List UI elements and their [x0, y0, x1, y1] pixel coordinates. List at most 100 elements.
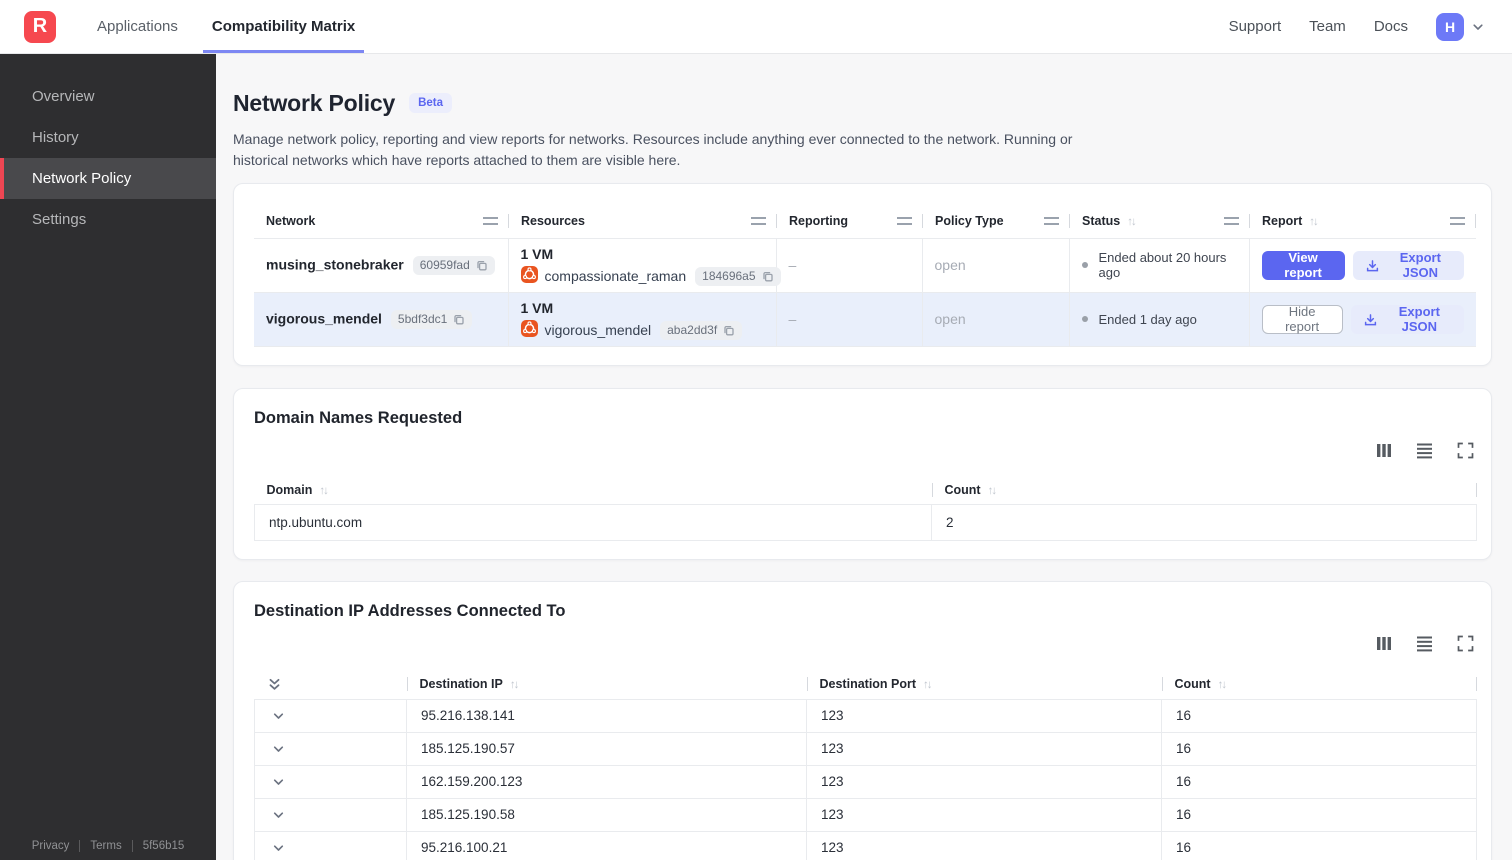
- count-value: 2: [931, 504, 1477, 541]
- sort-icon[interactable]: [510, 677, 518, 691]
- rows-icon[interactable]: [1416, 635, 1433, 653]
- policy-table-header: Network Resources Reporting Policy Type …: [254, 204, 1476, 238]
- network-id-badge: 5bdf3dc1: [390, 309, 473, 329]
- vm-count: 1 VM: [520, 246, 554, 262]
- col-policy-type: Policy Type: [922, 204, 1069, 238]
- link-privacy[interactable]: Privacy: [32, 840, 70, 852]
- drag-handle-icon[interactable]: [483, 216, 498, 225]
- sort-icon[interactable]: [1127, 214, 1135, 228]
- app-logo[interactable]: R: [24, 10, 56, 43]
- vm-count: 1 VM: [520, 300, 554, 316]
- expand-icon[interactable]: [1457, 442, 1474, 460]
- columns-icon[interactable]: [1376, 635, 1392, 653]
- sidebar-item-network-policy[interactable]: Network Policy: [0, 158, 216, 199]
- avatar[interactable]: H: [1436, 12, 1464, 41]
- chevron-down-icon[interactable]: [269, 841, 394, 855]
- double-chevron-down-icon[interactable]: [255, 677, 407, 691]
- drag-handle-icon[interactable]: [1044, 216, 1059, 225]
- sort-icon[interactable]: [923, 677, 931, 691]
- count-value: 16: [1161, 731, 1477, 765]
- col-expander: [255, 669, 407, 699]
- copy-icon[interactable]: [722, 324, 735, 337]
- sort-icon[interactable]: [319, 483, 327, 497]
- col-destination-port: Destination Port: [806, 669, 1162, 699]
- domain-names-card: Domain Names Requested Domain Count ntp.…: [233, 387, 1492, 560]
- table-row-selected[interactable]: vigorous_mendel 5bdf3dc1 1 VM vigorous_me…: [254, 291, 1476, 347]
- ubuntu-icon: [519, 265, 539, 286]
- col-status: Status: [1069, 204, 1249, 238]
- tab-applications[interactable]: Applications: [88, 0, 187, 53]
- rows-icon[interactable]: [1416, 442, 1433, 460]
- copy-icon[interactable]: [475, 259, 488, 272]
- drag-handle-icon[interactable]: [897, 216, 912, 225]
- network-policy-card: Network Resources Reporting Policy Type …: [233, 183, 1492, 366]
- chevron-down-icon[interactable]: [269, 775, 394, 789]
- col-resources: Resources: [508, 204, 776, 238]
- sort-icon[interactable]: [1309, 214, 1317, 228]
- main-content: Network Policy Beta Manage network polic…: [216, 54, 1512, 860]
- resource-name: vigorous_mendel: [544, 322, 652, 338]
- col-count: Count: [1161, 669, 1477, 699]
- col-domain: Domain: [255, 476, 932, 505]
- table-row[interactable]: musing_stonebraker 60959fad 1 VM compassi…: [254, 237, 1476, 292]
- divider: [79, 840, 81, 852]
- destination-port-value: 123: [806, 698, 1162, 732]
- card-title: Domain Names Requested: [254, 408, 463, 427]
- ubuntu-icon: [519, 319, 539, 340]
- col-destination-ip: Destination IP: [406, 669, 807, 699]
- expand-icon[interactable]: [1457, 635, 1474, 653]
- sidebar-item-overview[interactable]: Overview: [0, 76, 216, 117]
- export-json-button[interactable]: Export JSON: [1352, 250, 1464, 280]
- col-network: Network: [254, 204, 508, 238]
- count-value: 16: [1161, 797, 1477, 831]
- download-icon: [1363, 312, 1378, 327]
- table-row[interactable]: 185.125.190.58 123 16: [254, 797, 1477, 831]
- sort-icon[interactable]: [988, 483, 996, 497]
- col-count: Count: [931, 476, 1477, 505]
- link-team[interactable]: Team: [1309, 18, 1346, 35]
- beta-badge: Beta: [409, 93, 453, 113]
- network-name: vigorous_mendel: [266, 310, 382, 326]
- resource-id-badge: 184696a5: [695, 266, 781, 286]
- destination-ip-value: 95.216.100.21: [406, 830, 807, 860]
- copy-icon[interactable]: [452, 313, 465, 326]
- topbar-right: Support Team Docs H: [1229, 12, 1512, 41]
- columns-icon[interactable]: [1376, 442, 1392, 460]
- chevron-down-icon[interactable]: [269, 709, 394, 723]
- table-row[interactable]: 95.216.100.21 123 16: [254, 830, 1477, 860]
- drag-handle-icon[interactable]: [1224, 216, 1239, 225]
- tab-compatibility-matrix[interactable]: Compatibility Matrix: [202, 0, 365, 53]
- count-value: 16: [1161, 698, 1477, 732]
- policy-type-value: open: [921, 237, 1069, 292]
- domain-table-header: Domain Count: [255, 476, 1477, 505]
- link-support[interactable]: Support: [1229, 18, 1282, 35]
- copy-icon[interactable]: [761, 270, 774, 283]
- hide-report-button[interactable]: Hide report: [1261, 304, 1343, 334]
- table-row[interactable]: 162.159.200.123 123 16: [254, 764, 1477, 798]
- status-dot-icon: [1081, 316, 1088, 322]
- table-toolbar: [254, 635, 1474, 653]
- export-json-button[interactable]: Export JSON: [1350, 304, 1464, 334]
- link-terms[interactable]: Terms: [90, 840, 121, 852]
- col-report: Report: [1249, 204, 1476, 238]
- destination-table: Destination IP Destination Port Count 95…: [254, 669, 1477, 860]
- table-row[interactable]: 95.216.138.141 123 16: [254, 698, 1477, 732]
- sort-icon[interactable]: [1218, 677, 1226, 691]
- destination-port-value: 123: [806, 764, 1162, 798]
- destination-port-value: 123: [806, 830, 1162, 860]
- drag-handle-icon[interactable]: [751, 216, 766, 225]
- card-title: Destination IP Addresses Connected To: [254, 602, 566, 620]
- sidebar-item-history[interactable]: History: [0, 117, 216, 158]
- view-report-button[interactable]: View report: [1261, 250, 1345, 280]
- chevron-down-icon[interactable]: [269, 742, 394, 756]
- chevron-down-icon[interactable]: [269, 808, 394, 822]
- reporting-value: –: [775, 237, 922, 292]
- table-row[interactable]: ntp.ubuntu.com 2: [254, 504, 1477, 541]
- table-row[interactable]: 185.125.190.57 123 16: [254, 731, 1477, 765]
- link-docs[interactable]: Docs: [1374, 18, 1408, 35]
- count-value: 16: [1161, 830, 1477, 860]
- sidebar-item-settings[interactable]: Settings: [0, 199, 216, 240]
- page-description: Manage network policy, reporting and vie…: [233, 131, 1073, 168]
- drag-handle-icon[interactable]: [1450, 216, 1465, 225]
- chevron-down-icon[interactable]: [1470, 20, 1486, 34]
